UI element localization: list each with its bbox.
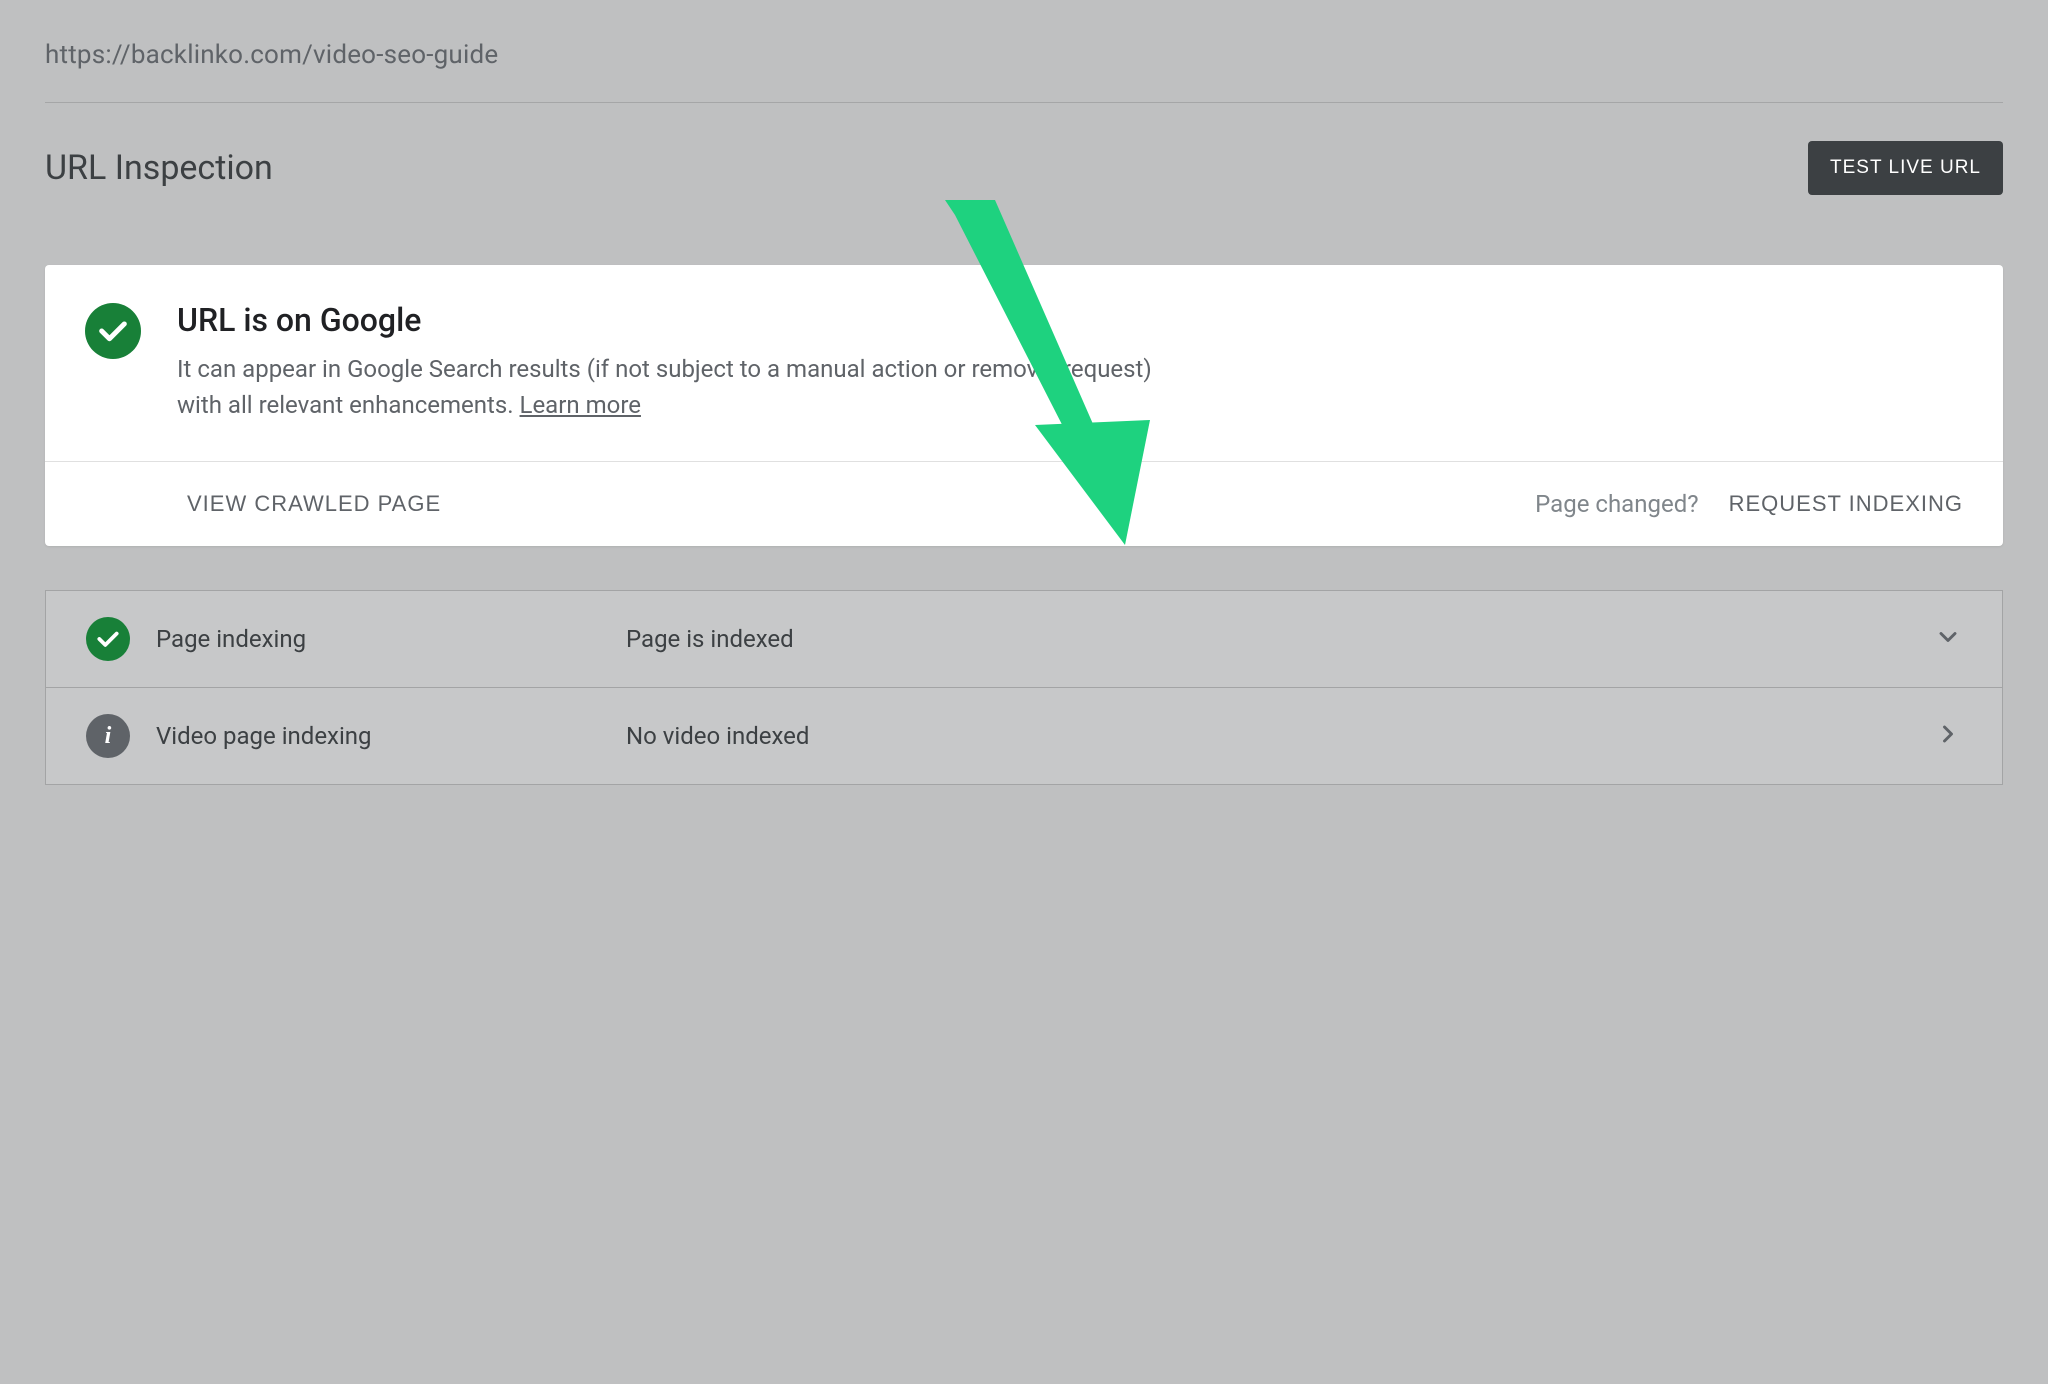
status-card-main: URL is on Google It can appear in Google…: [45, 265, 2003, 461]
row-label: Video page indexing: [156, 722, 626, 750]
test-live-url-button[interactable]: TEST LIVE URL: [1808, 141, 2003, 195]
status-card-text: URL is on Google It can appear in Google…: [177, 301, 1157, 423]
header-row: URL Inspection TEST LIVE URL: [45, 141, 2003, 195]
indexing-panel: Page indexing Page is indexed i Video pa…: [45, 590, 2003, 785]
status-card: URL is on Google It can appear in Google…: [45, 265, 2003, 546]
page-changed-label: Page changed?: [1535, 490, 1698, 518]
inspected-url[interactable]: https://backlinko.com/video-seo-guide: [45, 40, 2003, 103]
status-description: It can appear in Google Search results (…: [177, 351, 1157, 423]
check-icon: [85, 303, 141, 359]
video-page-indexing-row[interactable]: i Video page indexing No video indexed: [46, 687, 2002, 784]
check-icon: [86, 617, 130, 661]
chevron-right-icon: [1934, 720, 1962, 752]
info-icon: i: [86, 714, 130, 758]
status-title: URL is on Google: [177, 301, 1157, 339]
page-indexing-row[interactable]: Page indexing Page is indexed: [46, 591, 2002, 687]
row-value: Page is indexed: [626, 625, 1934, 653]
request-indexing-button[interactable]: REQUEST INDEXING: [1729, 491, 1963, 517]
row-label: Page indexing: [156, 625, 626, 653]
row-value: No video indexed: [626, 722, 1934, 750]
chevron-down-icon: [1934, 623, 1962, 655]
page-title: URL Inspection: [45, 148, 273, 188]
status-card-actions: VIEW CRAWLED PAGE Page changed? REQUEST …: [45, 461, 2003, 546]
view-crawled-page-button[interactable]: VIEW CRAWLED PAGE: [187, 491, 441, 517]
learn-more-link[interactable]: Learn more: [520, 391, 641, 419]
